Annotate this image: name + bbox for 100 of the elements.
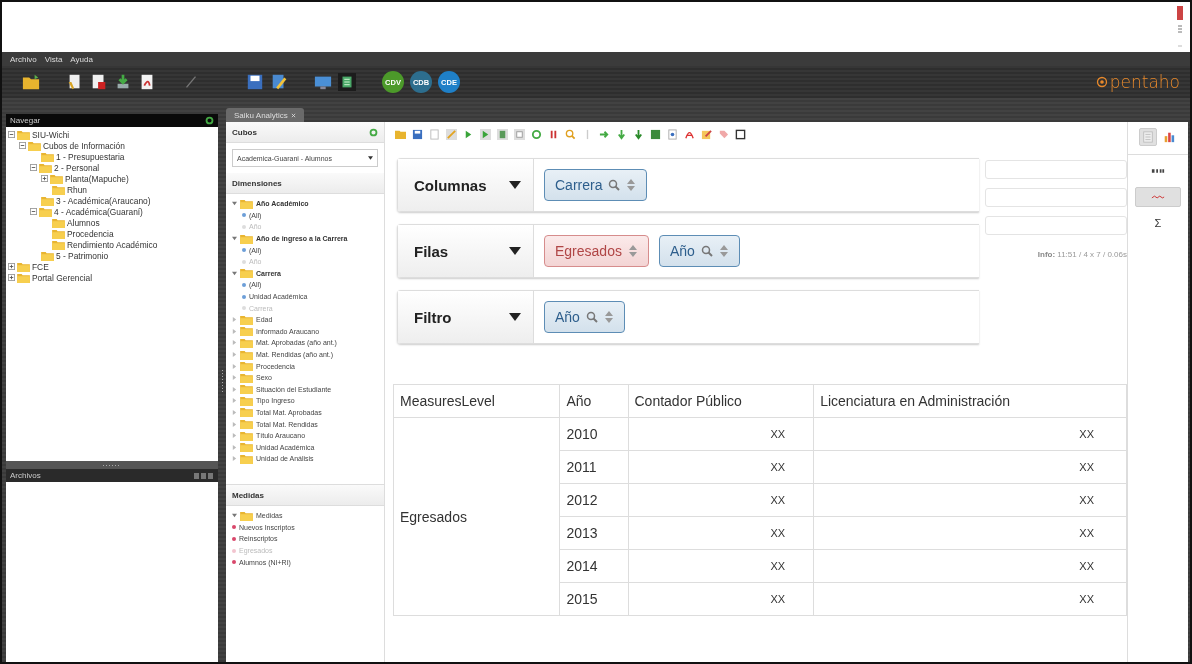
drill-icon[interactable] <box>616 128 627 140</box>
frame-icon[interactable] <box>514 128 525 140</box>
dropdown-caret-icon[interactable] <box>509 181 521 189</box>
collapsed-arrow-icon[interactable] <box>232 317 237 323</box>
tree-item[interactable]: Procedencia <box>67 228 114 239</box>
folder-icon <box>240 349 253 360</box>
expanded-arrow-icon[interactable] <box>232 236 237 242</box>
tag-icon[interactable] <box>718 128 729 140</box>
close-icon[interactable] <box>290 112 296 118</box>
folder-icon <box>41 195 54 206</box>
row-header: 2015 <box>559 582 628 616</box>
tab[interactable]: Saiku Analytics <box>226 108 304 122</box>
zoom-icon[interactable] <box>565 128 576 140</box>
drag-handle-icon[interactable] <box>102 463 122 467</box>
collapse-icon[interactable] <box>30 208 37 215</box>
run-icon[interactable] <box>480 128 491 140</box>
search-icon[interactable] <box>700 245 713 257</box>
menu-item[interactable]: Archivo <box>10 54 37 64</box>
collapse-icon[interactable] <box>19 142 26 149</box>
collapsed-arrow-icon[interactable] <box>232 433 237 439</box>
refresh-icon[interactable] <box>531 128 542 140</box>
expand-icon[interactable] <box>41 175 48 182</box>
collapse-icon[interactable] <box>8 131 15 138</box>
table-cell: XX <box>813 516 1127 550</box>
field-chip[interactable]: Año <box>658 235 740 267</box>
tree-item[interactable]: Rendimiento Académico <box>67 239 158 250</box>
collapsed-arrow-icon[interactable] <box>232 386 237 392</box>
tree-item[interactable]: Planta(Mapuche) <box>65 173 129 184</box>
pencil-icon[interactable] <box>446 128 457 140</box>
collapsed-arrow-icon[interactable] <box>232 444 237 450</box>
table-cell: XX <box>813 582 1127 616</box>
empty-field[interactable] <box>985 188 1127 207</box>
sort-arrows-icon[interactable] <box>718 244 729 258</box>
tree-item[interactable]: 1 - Presupuestaria <box>56 151 125 162</box>
collapsed-arrow-icon[interactable] <box>232 421 237 427</box>
collapsed-arrow-icon[interactable] <box>232 328 237 334</box>
drop-zone[interactable]: Filas Egresados Año <box>397 224 979 278</box>
swap-icon[interactable] <box>599 128 610 140</box>
collapsed-arrow-icon[interactable] <box>232 375 237 381</box>
tree-item[interactable]: 2 - Personal <box>54 162 100 173</box>
folder-icon <box>28 140 41 151</box>
tree-item[interactable]: SIU-Wichi <box>32 129 70 140</box>
search-icon[interactable] <box>585 311 598 323</box>
dropdown-caret-icon[interactable] <box>509 247 521 255</box>
dropdown-caret-icon[interactable] <box>509 313 521 321</box>
collapsed-arrow-icon[interactable] <box>232 363 237 369</box>
collapsed-arrow-icon[interactable] <box>232 398 237 404</box>
tree-item[interactable]: Cubos de Información <box>43 140 125 151</box>
expand-icon[interactable] <box>8 274 15 281</box>
expanded-arrow-icon[interactable] <box>232 513 237 519</box>
expanded-arrow-icon[interactable] <box>232 270 237 276</box>
sort-arrows-icon[interactable] <box>626 178 637 192</box>
collapsed-arrow-icon[interactable] <box>232 340 237 346</box>
splitter-handle-icon[interactable] <box>220 370 224 394</box>
sort-arrows-icon[interactable] <box>627 244 638 258</box>
drop-zone[interactable]: Columnas Carrera <box>397 158 979 212</box>
empty-field[interactable] <box>985 160 1127 179</box>
collapse-icon[interactable] <box>30 164 37 171</box>
level-dot-icon <box>242 213 246 218</box>
play-icon[interactable] <box>463 128 474 140</box>
tree-item[interactable]: Alumnos <box>67 217 100 228</box>
folder-icon <box>240 314 253 325</box>
table-cell: XX <box>628 549 814 583</box>
tree-item[interactable]: Rhun <box>67 184 88 195</box>
tree-item[interactable]: 5 - Patrimonio <box>56 250 109 261</box>
field-chip[interactable]: Egresados <box>544 235 649 267</box>
collapsed-arrow-icon[interactable] <box>232 456 237 462</box>
layout-icon[interactable] <box>497 128 508 140</box>
edit-document-icon[interactable] <box>270 73 288 91</box>
spreadsheet-icon[interactable] <box>650 128 661 140</box>
menu-item[interactable]: Vista <box>44 54 63 64</box>
save-icon[interactable] <box>246 73 264 91</box>
tree-item[interactable]: FCE <box>32 261 49 272</box>
edit-icon[interactable] <box>701 128 712 140</box>
expanded-arrow-icon[interactable] <box>232 201 237 207</box>
folder-icon[interactable] <box>22 73 40 91</box>
field-chip[interactable]: Año <box>544 301 625 333</box>
collapsed-arrow-icon[interactable] <box>232 352 237 357</box>
empty-field[interactable] <box>985 216 1127 235</box>
refresh-icon[interactable] <box>205 116 214 125</box>
field-chip[interactable]: Carrera <box>544 169 648 201</box>
menu-item[interactable]: Ayuda <box>70 54 93 64</box>
grid-icon[interactable] <box>338 73 356 91</box>
chart-document-icon[interactable] <box>90 73 108 91</box>
drop-zone[interactable]: Filtro Año <box>397 290 979 344</box>
export-icon[interactable] <box>633 128 644 140</box>
folder-icon <box>39 162 52 173</box>
tree-item[interactable]: Portal Gerencial <box>32 272 93 283</box>
panel-title: Archivos <box>10 471 41 480</box>
panel-tools-icon[interactable] <box>194 471 214 480</box>
tree-item[interactable]: 3 - Académica(Araucano) <box>56 195 151 206</box>
sum-button[interactable]: Σ <box>1135 213 1181 233</box>
sort-arrows-icon[interactable] <box>603 310 614 324</box>
collapsed-arrow-icon[interactable] <box>232 410 237 415</box>
folder-icon <box>41 250 54 261</box>
tree-item[interactable]: 4 - Académica(Guaraní) <box>54 206 143 217</box>
fullscreen-icon[interactable] <box>735 128 746 140</box>
search-icon[interactable] <box>608 179 621 191</box>
pause-icon[interactable] <box>548 128 559 140</box>
expand-icon[interactable] <box>8 263 15 270</box>
